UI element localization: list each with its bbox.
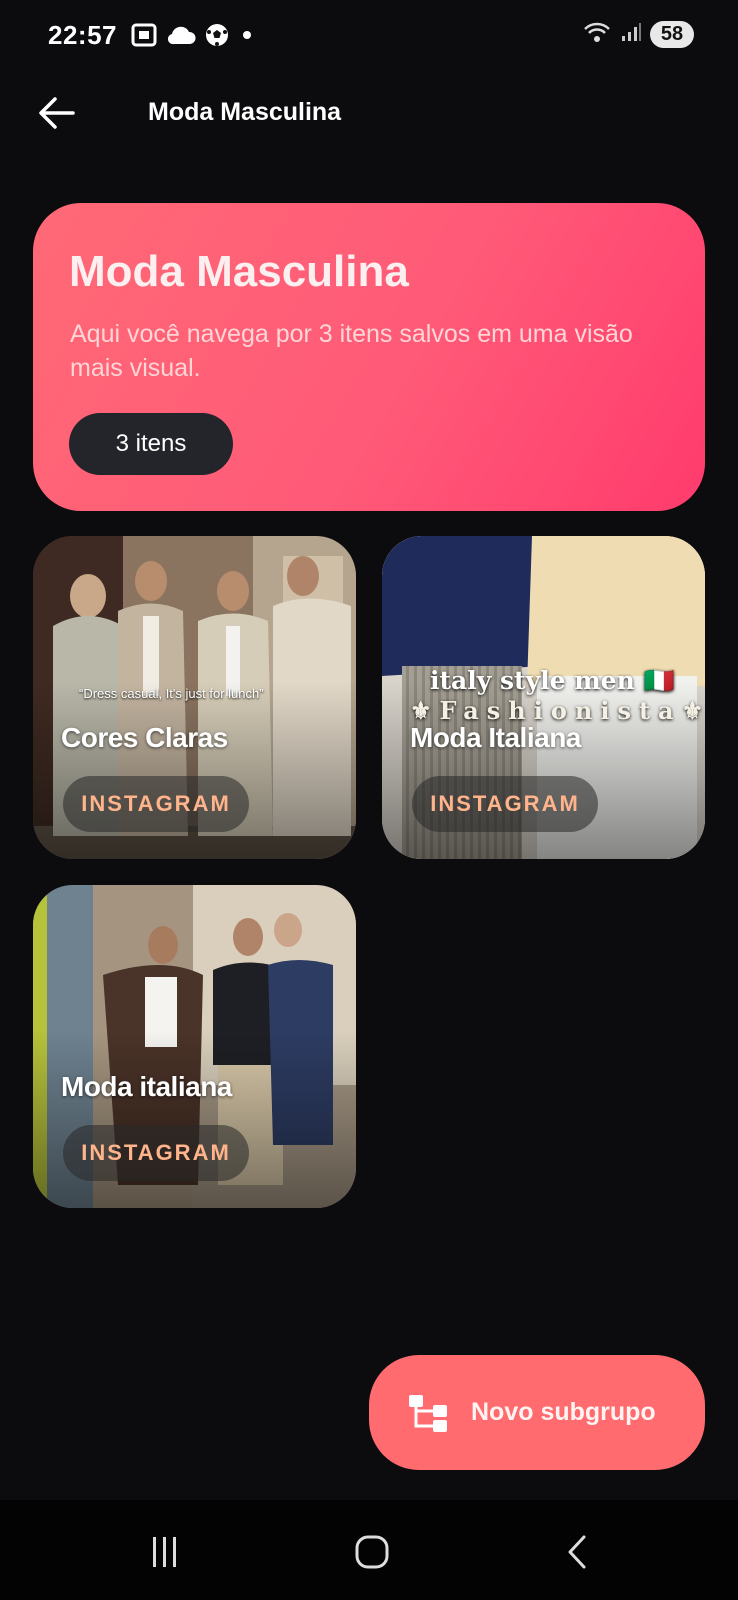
status-icons-left (130, 22, 256, 48)
saved-item-card[interactable]: “Dress casual, It's just for lunch” Core… (33, 536, 356, 859)
new-subgroup-button[interactable]: Novo subgrupo (369, 1355, 705, 1470)
recent-apps-button[interactable] (135, 1530, 195, 1574)
thumbnail-caption: “Dress casual, It's just for lunch” (79, 686, 264, 701)
battery-indicator: 58 (650, 21, 694, 48)
item-count-chip: 3 itens (69, 413, 233, 475)
subgroup-tree-icon (407, 1392, 449, 1434)
status-time: 22:57 (48, 20, 117, 50)
thumbnail-caption-line2: ⚜Fashionista⚜ (410, 696, 705, 725)
screenshot-icon (130, 22, 158, 48)
wifi-icon (582, 20, 612, 49)
home-button[interactable] (342, 1530, 402, 1574)
top-app-bar: Moda Masculina (0, 80, 738, 144)
arrow-left-icon (39, 97, 75, 129)
group-title: Moda Masculina (69, 247, 409, 296)
item-title: Cores Claras (61, 722, 228, 753)
status-bar: 22:57 58 (0, 0, 738, 72)
back-button[interactable] (32, 88, 82, 138)
new-subgroup-label: Novo subgrupo (471, 1398, 656, 1426)
item-title: Moda Italiana (410, 722, 581, 753)
group-description: Aqui você navega por 3 itens salvos em u… (70, 320, 633, 382)
system-back-button[interactable] (548, 1530, 608, 1574)
status-icons-right: 58 (582, 20, 694, 49)
dot-icon (238, 26, 256, 44)
recent-apps-icon (153, 1537, 176, 1567)
home-icon (355, 1535, 389, 1569)
back-icon (568, 1535, 586, 1569)
source-chip[interactable]: INSTAGRAM (412, 776, 598, 832)
saved-item-card[interactable]: italy style men 🇮🇹 ⚜Fashionista⚜ Moda It… (382, 536, 705, 859)
thumbnail-caption-line1: italy style men 🇮🇹 (430, 666, 675, 695)
group-summary-card: Moda Masculina Aqui você navega por 3 it… (33, 203, 705, 511)
page-title: Moda Masculina (148, 98, 342, 126)
system-navigation-bar (0, 1500, 738, 1600)
soccer-ball-icon (204, 22, 230, 48)
source-chip[interactable]: INSTAGRAM (63, 1125, 249, 1181)
saved-item-card[interactable]: Moda italiana INSTAGRAM (33, 885, 356, 1208)
item-title: Moda italiana (61, 1071, 232, 1102)
cloud-icon (166, 24, 196, 46)
signal-icon (620, 21, 642, 48)
source-chip[interactable]: INSTAGRAM (63, 776, 249, 832)
